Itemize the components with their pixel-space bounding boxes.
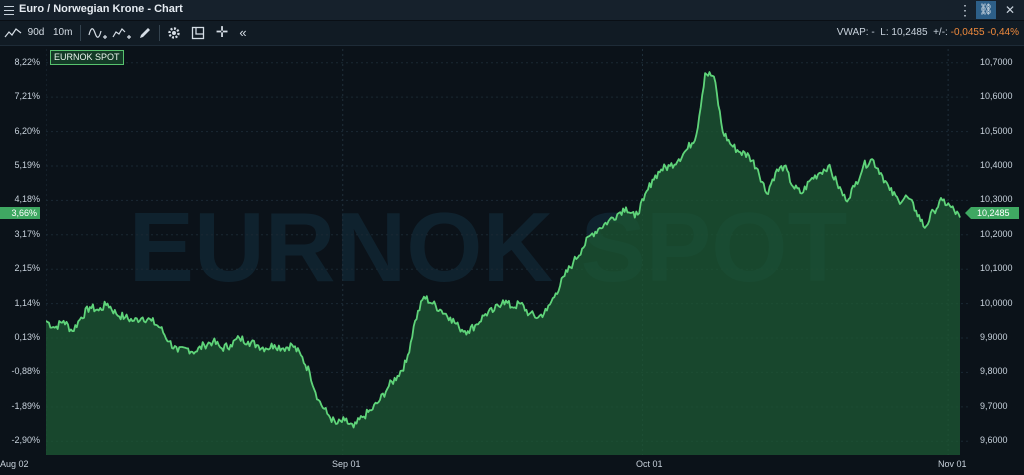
percent-tick-label: 3,17% (14, 228, 40, 239)
percent-tick-label: -1,89% (11, 400, 40, 411)
price-stats: VWAP: - L: 10,2485 +/-: -0,0455 -0,44% (837, 25, 1019, 41)
percent-tick-label: 5,19% (14, 159, 40, 170)
price-tick-label: 9,9000 (980, 332, 1008, 343)
price-tick-label: 10,1000 (980, 263, 1013, 274)
pin-link-icon[interactable]: ⛓ (976, 1, 996, 19)
current-price-tag: 10,2485 (965, 207, 1019, 219)
close-icon[interactable]: ✕ (1003, 2, 1017, 18)
price-tick-label: 10,6000 (980, 91, 1013, 102)
layout-panel-icon[interactable] (190, 25, 206, 41)
chart-toolbar: 90d 10m ✛ « VWAP: - L: 10,2485 +/-: -0,0… (0, 21, 1024, 46)
percent-tick-label: 6,20% (14, 125, 40, 136)
price-chart-plot[interactable]: EURNOK SPOT (46, 49, 970, 455)
price-tick-label: 9,6000 (980, 435, 1008, 446)
change-value: -0,0455 (950, 27, 985, 38)
price-tick-label: 10,3000 (980, 194, 1013, 205)
percent-tick-label: 2,15% (14, 263, 40, 274)
add-comparison-icon[interactable] (112, 25, 132, 41)
window-title: Euro / Norwegian Krone - Chart (19, 3, 183, 15)
price-tick-label: 10,0000 (980, 297, 1013, 308)
percent-tick-label: 8,22% (14, 56, 40, 67)
change-percent: -0,44% (987, 27, 1019, 38)
add-indicator-icon[interactable] (88, 25, 108, 41)
percent-tick-label: -2,90% (11, 435, 40, 446)
draw-pencil-icon[interactable] (137, 25, 153, 41)
price-tick-label: 10,7000 (980, 56, 1013, 67)
percent-tick-label: 1,14% (14, 297, 40, 308)
toolbar-divider (80, 25, 81, 41)
collapse-double-chevron-icon[interactable]: « (236, 25, 250, 41)
percent-tick-label: 7,21% (14, 91, 40, 102)
series-legend-label[interactable]: EURNOK SPOT (50, 50, 124, 65)
date-tick-label: Sep 01 (332, 459, 361, 469)
window-titlebar: Euro / Norwegian Krone - Chart ⋮ ⛓ ✕ (0, 0, 1024, 21)
crosshair-icon[interactable]: ✛ (214, 25, 230, 41)
percent-tick-label: 0,13% (14, 332, 40, 343)
current-percent-tag: 3,66% (0, 207, 40, 219)
last-price: L: 10,2485 (880, 27, 928, 38)
toolbar-divider (159, 25, 160, 41)
date-tick-label: Oct 01 (636, 459, 663, 469)
interval-selector[interactable]: 10m (53, 25, 72, 41)
more-vertical-icon[interactable]: ⋮ (958, 2, 972, 18)
hamburger-menu-icon[interactable] (4, 3, 14, 17)
period-selector[interactable]: 90d (26, 25, 46, 41)
settings-gear-icon[interactable] (166, 25, 182, 41)
date-tick-label: Aug 02 (0, 459, 29, 469)
chart-type-icon[interactable] (4, 25, 22, 41)
date-tick-label: Nov 01 (938, 459, 967, 469)
price-tick-label: 10,5000 (980, 125, 1013, 136)
price-tick-label: 10,4000 (980, 159, 1013, 170)
change-label: +/-: (933, 27, 948, 38)
price-tick-label: 9,7000 (980, 400, 1008, 411)
percent-tick-label: -0,88% (11, 366, 40, 377)
price-tick-label: 9,8000 (980, 366, 1008, 377)
price-tick-label: 10,2000 (980, 228, 1013, 239)
percent-tick-label: 4,18% (14, 194, 40, 205)
vwap-value: VWAP: - (836, 27, 875, 38)
